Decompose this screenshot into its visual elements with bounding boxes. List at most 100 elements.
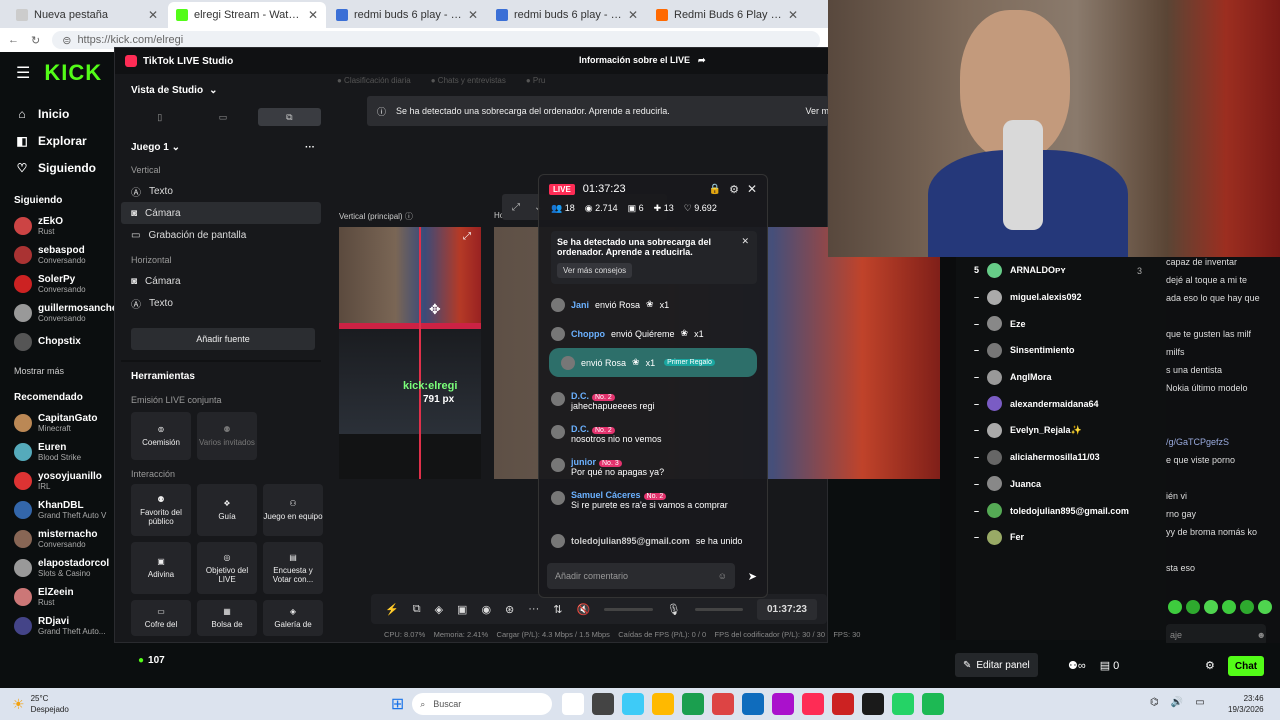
- top-tab[interactable]: ● Pru: [526, 76, 546, 94]
- windows-start-icon[interactable]: ⊞: [391, 694, 404, 714]
- viewer-row[interactable]: – Sinsentimiento: [956, 337, 1166, 364]
- browser-tab[interactable]: Nueva pestaña ✕: [8, 2, 166, 28]
- screen-icon[interactable]: ▣: [457, 603, 467, 616]
- more-options-icon[interactable]: ···: [305, 142, 315, 153]
- taskbar-app-icon[interactable]: [802, 693, 825, 715]
- interaction-button[interactable]: ▭ Cofre del: [131, 600, 191, 636]
- close-icon[interactable]: ✕: [747, 182, 757, 196]
- source-item[interactable]: ◙ Cámara: [121, 202, 321, 224]
- settings-icon[interactable]: ⚙: [729, 183, 739, 196]
- interaction-button[interactable]: ❖ Guía: [197, 484, 257, 536]
- top-tab[interactable]: ● Clasificación diaria: [337, 76, 411, 94]
- chat-button[interactable]: Chat: [1228, 656, 1264, 676]
- viewer-row[interactable]: – toledojulian895@gmail.com: [956, 497, 1166, 524]
- channel-item[interactable]: misternacho Conversando: [0, 524, 114, 553]
- taskbar-app-icon[interactable]: [892, 693, 915, 715]
- browser-tab[interactable]: elregi Stream - Watch Live on Kick ✕: [168, 2, 326, 28]
- nav-item-siguiendo[interactable]: ♡ Siguiendo: [0, 154, 114, 181]
- emote-icon[interactable]: [1222, 600, 1236, 614]
- people-icon[interactable]: ⚉∞: [1068, 659, 1086, 672]
- emote-icon[interactable]: [1240, 600, 1254, 614]
- emote-icon[interactable]: [1168, 600, 1182, 614]
- viewer-row[interactable]: – Fer: [956, 524, 1166, 551]
- settings-icon[interactable]: ⚙: [1205, 659, 1215, 672]
- top-tab[interactable]: ● Chats y entrevistas: [431, 76, 506, 94]
- channel-item[interactable]: sebaspod Conversando: [0, 240, 114, 269]
- taskbar-app-icon[interactable]: [592, 693, 615, 715]
- share-icon[interactable]: ➦: [698, 55, 706, 66]
- viewer-row[interactable]: – Juanca: [956, 471, 1166, 498]
- interaction-button[interactable]: ⚉ Favorito del público: [131, 484, 191, 536]
- close-tab-icon[interactable]: ✕: [148, 8, 158, 22]
- show-more-link[interactable]: Mostrar más: [0, 356, 114, 386]
- dual-layout-button[interactable]: ⧉: [257, 108, 321, 126]
- source-item[interactable]: Ⓐ Texto: [121, 292, 321, 314]
- collab-button[interactable]: ⚉ Varios invitados: [197, 412, 257, 460]
- clock[interactable]: 23:46 19/3/2026: [1228, 693, 1264, 715]
- site-info-icon[interactable]: ⊜: [62, 34, 71, 47]
- volume-icon[interactable]: 🔊: [1171, 697, 1183, 708]
- more-tips-button[interactable]: Ver más consejos: [557, 263, 633, 278]
- taskbar-search[interactable]: ⌕ Buscar: [412, 693, 553, 715]
- taskbar-app-icon[interactable]: [562, 693, 585, 715]
- settings-icon[interactable]: ⊛: [505, 603, 514, 616]
- taskbar-app-icon[interactable]: [772, 693, 795, 715]
- viewer-row[interactable]: – AnglMora: [956, 364, 1166, 391]
- magic-icon[interactable]: ⚡: [385, 603, 399, 616]
- weather-icon[interactable]: ☀: [12, 696, 25, 713]
- interaction-button[interactable]: ⚇ Juego en equipo: [263, 484, 323, 536]
- live-info-link[interactable]: Información sobre el LIVE ➦: [579, 55, 706, 66]
- landscape-layout-button[interactable]: ▭: [194, 108, 251, 126]
- browser-tab[interactable]: redmi buds 6 play - Búsqueda ✕: [488, 2, 646, 28]
- interaction-button[interactable]: ▣ Adivina: [131, 542, 191, 594]
- taskbar-app-icon[interactable]: [622, 693, 645, 715]
- more-icon[interactable]: ···: [528, 603, 539, 615]
- channel-item[interactable]: guillermosanche Conversando: [0, 298, 116, 327]
- channel-item[interactable]: SolerPy Conversando: [0, 269, 114, 298]
- channel-item[interactable]: KhanDBL Grand Theft Auto V: [0, 495, 114, 524]
- channel-item[interactable]: yosoyjuanillo IRL: [0, 466, 114, 495]
- weather-widget[interactable]: 25°C Despejado: [31, 693, 69, 715]
- close-tab-icon[interactable]: ✕: [308, 8, 318, 22]
- taskbar-app-icon[interactable]: [922, 693, 945, 715]
- scene-selector[interactable]: Juego 1 ⌄: [131, 142, 180, 153]
- kick-logo[interactable]: KICK: [44, 60, 102, 86]
- interaction-button[interactable]: ▤ Encuesta y Votar con...: [263, 542, 323, 594]
- volume-slider[interactable]: [604, 607, 653, 611]
- portrait-layout-button[interactable]: ▯: [131, 108, 188, 126]
- battery-icon[interactable]: ▭: [1195, 697, 1204, 708]
- mic-slider[interactable]: [694, 607, 743, 611]
- reload-icon[interactable]: ↻: [31, 34, 40, 47]
- viewer-row[interactable]: – Evelyn_Rejala✨: [956, 417, 1166, 444]
- channel-item[interactable]: RDjavi Grand Theft Auto...: [0, 611, 114, 640]
- lock-icon[interactable]: 🔒: [709, 184, 721, 195]
- expand-icon[interactable]: ⤢: [512, 202, 520, 213]
- taskbar-app-icon[interactable]: [712, 693, 735, 715]
- channel-item[interactable]: elapostadorcol Slots & Casino: [0, 553, 114, 582]
- emote-icon[interactable]: [1186, 600, 1200, 614]
- source-item[interactable]: ▭ Grabación de pantalla: [121, 224, 321, 246]
- viewer-row[interactable]: – miguel.alexis092: [956, 284, 1166, 311]
- add-source-button[interactable]: Añadir fuente: [131, 328, 315, 350]
- close-tab-icon[interactable]: ✕: [788, 8, 798, 22]
- view-selector[interactable]: Vista de Studio ⌄: [121, 76, 321, 104]
- effects-icon[interactable]: ◈: [435, 603, 443, 616]
- microphone-icon[interactable]: 🎙: [667, 603, 681, 616]
- taskbar-app-icon[interactable]: [682, 693, 705, 715]
- viewer-row[interactable]: 5 ARNALDOᴘʏ: [956, 257, 1166, 284]
- fullscreen-icon[interactable]: ⤢: [463, 231, 471, 242]
- viewer-row[interactable]: – alexandermaidana64: [956, 390, 1166, 417]
- channel-item[interactable]: Chopstix: [0, 327, 114, 356]
- channel-item[interactable]: zEkO Rust: [0, 211, 114, 240]
- channel-item[interactable]: Euren Blood Strike: [0, 437, 114, 466]
- taskbar-app-icon[interactable]: [742, 693, 765, 715]
- taskbar-app-icon[interactable]: [862, 693, 885, 715]
- browser-tab[interactable]: redmi buds 6 play - Búsqueda ✕: [328, 2, 486, 28]
- edit-panel-button[interactable]: ✎ Editar panel: [955, 653, 1038, 677]
- speaker-muted-icon[interactable]: 🔇: [576, 603, 590, 616]
- close-tab-icon[interactable]: ✕: [468, 8, 478, 22]
- network-icon[interactable]: ⌬: [1150, 697, 1159, 708]
- browser-tab[interactable]: Redmi Buds 6 Play - Xiaomi Latam ✕: [648, 2, 806, 28]
- taskbar-app-icon[interactable]: [652, 693, 675, 715]
- record-icon[interactable]: ◉: [481, 603, 491, 616]
